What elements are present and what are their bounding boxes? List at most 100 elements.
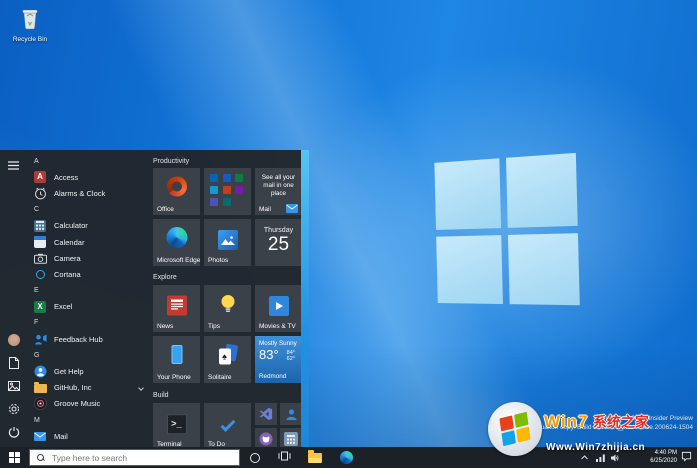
solitaire-icon: ♠ <box>219 344 237 364</box>
office-apps-grid-icon <box>210 174 245 207</box>
cortana-button[interactable] <box>243 447 267 468</box>
cortana-icon <box>250 453 260 463</box>
tile-your-phone[interactable]: Your Phone <box>153 336 200 383</box>
app-item-calendar[interactable]: Calendar <box>27 234 149 250</box>
excel-icon: X <box>33 300 47 314</box>
user-button[interactable] <box>4 330 24 350</box>
app-item-groove-music[interactable]: Groove Music <box>27 396 149 412</box>
calculator-icon <box>33 219 47 233</box>
action-center-button[interactable] <box>676 447 696 468</box>
calendar-icon <box>33 235 47 249</box>
tile-calculator-alt[interactable] <box>280 428 301 447</box>
file-explorer-icon <box>308 453 322 463</box>
access-icon: A <box>33 170 47 184</box>
folder-icon <box>33 381 47 395</box>
screen: Recycle Bin AA Access Alarms & Clock C Calcu… <box>0 0 697 468</box>
windows-start-icon <box>9 452 20 463</box>
tile-tips[interactable]: Tips <box>204 285 251 332</box>
action-center-icon <box>681 449 692 467</box>
app-item-label: Calculator <box>54 221 88 230</box>
tile-calendar[interactable]: Thursday25 <box>255 219 301 266</box>
tile-group-header-build[interactable]: Build <box>153 392 169 399</box>
tile-label: Office <box>157 206 174 213</box>
search-input[interactable] <box>30 450 239 465</box>
calculator-alt-icon <box>284 432 298 446</box>
app-item-label: Alarms & Clock <box>54 189 105 198</box>
recycle-bin-label: Recycle Bin <box>6 36 54 43</box>
tile-photos[interactable]: Photos <box>204 219 251 266</box>
app-item-feedback-hub[interactable]: Feedback Hub <box>27 331 149 347</box>
expand-menu-button[interactable] <box>4 155 24 175</box>
app-item-github-inc[interactable]: GitHub, Inc <box>27 380 149 396</box>
tile-movies-tv[interactable]: Movies & TV <box>255 285 301 332</box>
documents-button[interactable] <box>4 353 24 373</box>
recycle-bin-glyph <box>19 6 41 35</box>
pictures-button[interactable] <box>4 376 24 396</box>
tile-terminal[interactable]: >_Terminal <box>153 403 200 447</box>
tile-office[interactable]: Office <box>153 168 200 215</box>
tile-weather[interactable]: Mostly Sunny83°84°62°Redmond <box>255 336 301 383</box>
app-item-camera[interactable]: Camera <box>27 250 149 266</box>
tile-group-header-productivity[interactable]: Productivity <box>153 158 189 165</box>
evaluation-watermark-line1: Windows 10 Pro Insider Preview <box>528 414 693 423</box>
tile-label: Your Phone <box>157 374 191 381</box>
app-section-m[interactable]: M <box>27 412 149 428</box>
app-item-alarms-clock[interactable]: Alarms & Clock <box>27 185 149 201</box>
app-section-e[interactable]: E <box>27 283 149 299</box>
start-button[interactable] <box>0 447 28 468</box>
tile-mail[interactable]: See all your mail in one placeMail <box>255 168 301 215</box>
volume-icon[interactable] <box>611 447 621 468</box>
app-item-get-help[interactable]: Get Help <box>27 363 149 379</box>
app-section-c[interactable]: C <box>27 202 149 218</box>
search-box <box>29 449 240 466</box>
tile-github-desktop[interactable] <box>255 428 277 447</box>
cortana-icon <box>33 267 47 281</box>
taskbar-clock[interactable]: 4:40 PM 6/25/2020 <box>650 450 677 465</box>
app-section-g[interactable]: G <box>27 347 149 363</box>
recycle-bin-icon[interactable]: Recycle Bin <box>6 6 54 43</box>
clock-date: 6/25/2020 <box>650 458 677 466</box>
calendar-day: Thursday <box>255 227 301 234</box>
windows-logo-wallpaper <box>434 153 579 305</box>
power-button[interactable] <box>4 422 24 442</box>
tile-solitaire[interactable]: ♠Solitaire <box>204 336 251 383</box>
tile-dev-profile[interactable] <box>280 403 301 425</box>
task-view-icon <box>278 449 291 467</box>
tips-icon <box>220 293 236 313</box>
tray-expand-button[interactable] <box>580 447 589 468</box>
app-item-mail[interactable]: Mail <box>27 428 149 444</box>
tile-to-do[interactable]: To Do <box>204 403 251 447</box>
app-item-cortana[interactable]: Cortana <box>27 266 149 282</box>
app-section-a[interactable]: A <box>27 153 149 169</box>
app-item-calculator[interactable]: Calculator <box>27 218 149 234</box>
your-phone-icon <box>171 345 182 364</box>
task-view-button[interactable] <box>272 447 296 468</box>
tile-label: Microsoft Edge <box>157 257 200 264</box>
feedback-hub-icon <box>33 332 47 346</box>
tile-office-apps[interactable] <box>204 168 251 215</box>
small-tile-group <box>255 403 301 447</box>
app-item-label: Get Help <box>54 367 84 376</box>
start-menu: AA Access Alarms & Clock C Calculator Calenda… <box>0 150 301 447</box>
mail-icon <box>286 204 298 213</box>
tile-label: Photos <box>208 257 228 264</box>
app-item-access[interactable]: A Access <box>27 169 149 185</box>
tile-microsoft-edge[interactable]: Microsoft Edge <box>153 219 200 266</box>
clock-time: 4:40 PM <box>650 450 677 458</box>
app-item-label: Camera <box>54 254 81 263</box>
weather-low: 62° <box>287 356 295 362</box>
app-item-label: Access <box>54 173 78 182</box>
evaluation-watermark: Windows 10 Pro Insider Preview Evaluatio… <box>528 414 693 432</box>
settings-button[interactable] <box>4 399 24 419</box>
app-item-excel[interactable]: XExcel <box>27 299 149 315</box>
tile-news[interactable]: News <box>153 285 200 332</box>
tile-visual-studio[interactable] <box>255 403 277 425</box>
tile-group-header-explore[interactable]: Explore <box>153 274 177 281</box>
edge-button[interactable] <box>334 447 358 468</box>
file-explorer-button[interactable] <box>303 447 327 468</box>
network-icon[interactable] <box>596 447 605 468</box>
documents-icon <box>9 357 19 369</box>
power-icon <box>8 426 20 438</box>
alarms-clock-icon <box>33 186 47 200</box>
app-section-f[interactable]: F <box>27 315 149 331</box>
